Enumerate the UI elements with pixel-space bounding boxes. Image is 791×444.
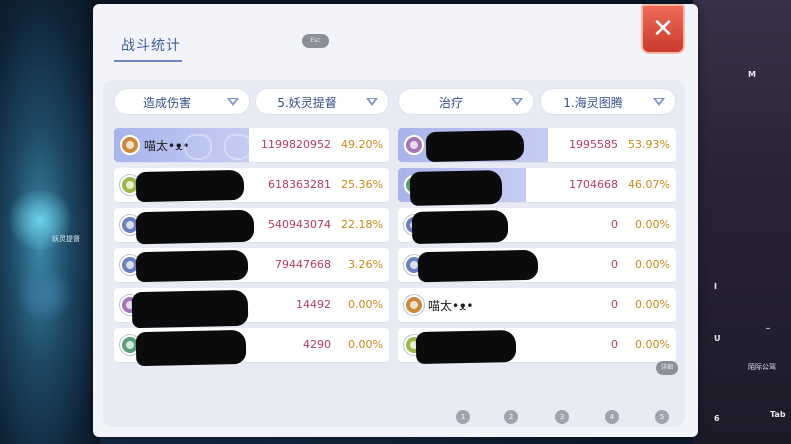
- hotkey-m[interactable]: M: [748, 70, 756, 79]
- stat-value: 0: [611, 258, 618, 271]
- left-type-label: 造成伤害: [142, 96, 191, 110]
- stats-content: 造成伤害 5.妖灵提督 治疗 1.海灵图腾 喵太•ᴥ• 1199820952 49.…: [103, 80, 685, 427]
- stat-row[interactable]: 618363281 25.36%: [114, 168, 389, 203]
- stat-row[interactable]: 79447668 3.26%: [114, 248, 389, 283]
- enemy-name-tag: 妖灵提督: [52, 235, 80, 243]
- panel-title: 战斗统计: [121, 38, 181, 54]
- stat-percent: 3.26%: [348, 258, 383, 271]
- cat-face-decoration-icon: [184, 134, 212, 160]
- side-name-tag: 陌际公驾: [748, 363, 776, 371]
- stat-percent: 22.18%: [341, 218, 383, 231]
- stat-row[interactable]: 540943074 22.18%: [114, 208, 389, 245]
- stat-row[interactable]: 0 0.00%: [398, 328, 676, 365]
- game-background-right: [693, 0, 791, 444]
- redacted-name: [409, 170, 503, 206]
- redacted-name: [135, 249, 249, 283]
- left-target-label: 5.妖灵提督: [277, 96, 337, 110]
- tab-battle-stats[interactable]: 战斗统计: [114, 32, 182, 62]
- right-type-label: 治疗: [438, 96, 463, 110]
- game-background-left: 妖灵提督: [0, 0, 100, 444]
- stat-percent: 46.07%: [628, 178, 670, 191]
- player-name: 喵太•ᴥ•: [144, 139, 190, 153]
- stat-percent: 49.20%: [341, 138, 383, 151]
- chevron-down-icon: [227, 98, 239, 106]
- hotkey-dash[interactable]: _: [766, 320, 770, 329]
- stat-percent: 25.36%: [341, 178, 383, 191]
- stat-percent: 0.00%: [635, 218, 670, 231]
- redacted-name: [135, 329, 247, 367]
- chevron-down-icon: [511, 98, 523, 106]
- stat-percent: 0.00%: [635, 338, 670, 351]
- redacted-name: [415, 329, 517, 365]
- stat-row[interactable]: 0 0.00%: [398, 248, 676, 283]
- stat-value: 0: [611, 338, 618, 351]
- redacted-name: [135, 169, 245, 203]
- stat-row[interactable]: 喵太•ᴥ• 1199820952 49.20%: [114, 128, 389, 163]
- stat-row[interactable]: 4290 0.00%: [114, 328, 389, 367]
- stat-value: 1199820952: [261, 138, 331, 151]
- close-button[interactable]: ✕: [641, 4, 685, 54]
- redacted-name: [135, 209, 255, 245]
- redacted-name: [425, 129, 525, 163]
- stat-value: 0: [611, 218, 618, 231]
- detail-button[interactable]: 详细: [656, 361, 678, 375]
- cat-face-decoration-icon: [224, 134, 252, 160]
- chevron-down-icon: [366, 98, 378, 106]
- stat-value: 14492: [296, 298, 331, 311]
- page-button[interactable]: 2: [504, 410, 518, 424]
- player-avatar-icon: [404, 295, 424, 315]
- stat-value: 1995585: [569, 138, 618, 151]
- stat-percent: 53.93%: [628, 138, 670, 151]
- close-icon: ✕: [652, 14, 674, 44]
- stat-row[interactable]: 14492 0.00%: [114, 288, 389, 329]
- stat-value: 0: [611, 298, 618, 311]
- player-name: 喵太•ᴥ•: [428, 299, 474, 313]
- redacted-name: [131, 289, 249, 329]
- stat-percent: 0.00%: [348, 338, 383, 351]
- hotkey-u[interactable]: U: [714, 334, 721, 343]
- stat-percent: 0.00%: [635, 298, 670, 311]
- hotkey-6[interactable]: 6: [714, 414, 720, 423]
- hotkey-i[interactable]: I: [714, 282, 717, 291]
- left-type-dropdown[interactable]: 造成伤害: [114, 88, 250, 115]
- page-button[interactable]: 1: [456, 410, 470, 424]
- stat-row[interactable]: 1995585 53.93%: [398, 128, 676, 163]
- page-button[interactable]: 5: [655, 410, 669, 424]
- redacted-name: [417, 249, 539, 283]
- battle-stats-panel: 战斗统计 Esc ✕ 造成伤害 5.妖灵提督 治疗 1.海灵图腾 喵太•ᴥ• 11…: [93, 4, 698, 437]
- stat-value: 540943074: [268, 218, 331, 231]
- esc-hint-pill[interactable]: Esc: [302, 34, 329, 48]
- left-target-dropdown[interactable]: 5.妖灵提督: [255, 88, 389, 115]
- right-type-dropdown[interactable]: 治疗: [398, 88, 534, 115]
- page-button[interactable]: 3: [555, 410, 569, 424]
- right-target-dropdown[interactable]: 1.海灵图腾: [540, 88, 676, 115]
- stat-value: 1704668: [569, 178, 618, 191]
- redacted-name: [411, 209, 509, 245]
- player-avatar-icon: [404, 135, 424, 155]
- chevron-down-icon: [653, 98, 665, 106]
- stat-value: 79447668: [275, 258, 331, 271]
- stat-percent: 0.00%: [348, 298, 383, 311]
- stat-row[interactable]: 喵太•ᴥ• 0 0.00%: [398, 288, 676, 323]
- hotkey-tab[interactable]: Tab: [770, 410, 786, 419]
- player-avatar-icon: [120, 135, 140, 155]
- stat-value: 4290: [303, 338, 331, 351]
- page-button[interactable]: 4: [605, 410, 619, 424]
- stat-row[interactable]: 0 0.00%: [398, 208, 676, 245]
- stat-percent: 0.00%: [635, 258, 670, 271]
- stat-value: 618363281: [268, 178, 331, 191]
- right-target-label: 1.海灵图腾: [563, 96, 623, 110]
- stat-row[interactable]: 1704668 46.07%: [398, 168, 676, 206]
